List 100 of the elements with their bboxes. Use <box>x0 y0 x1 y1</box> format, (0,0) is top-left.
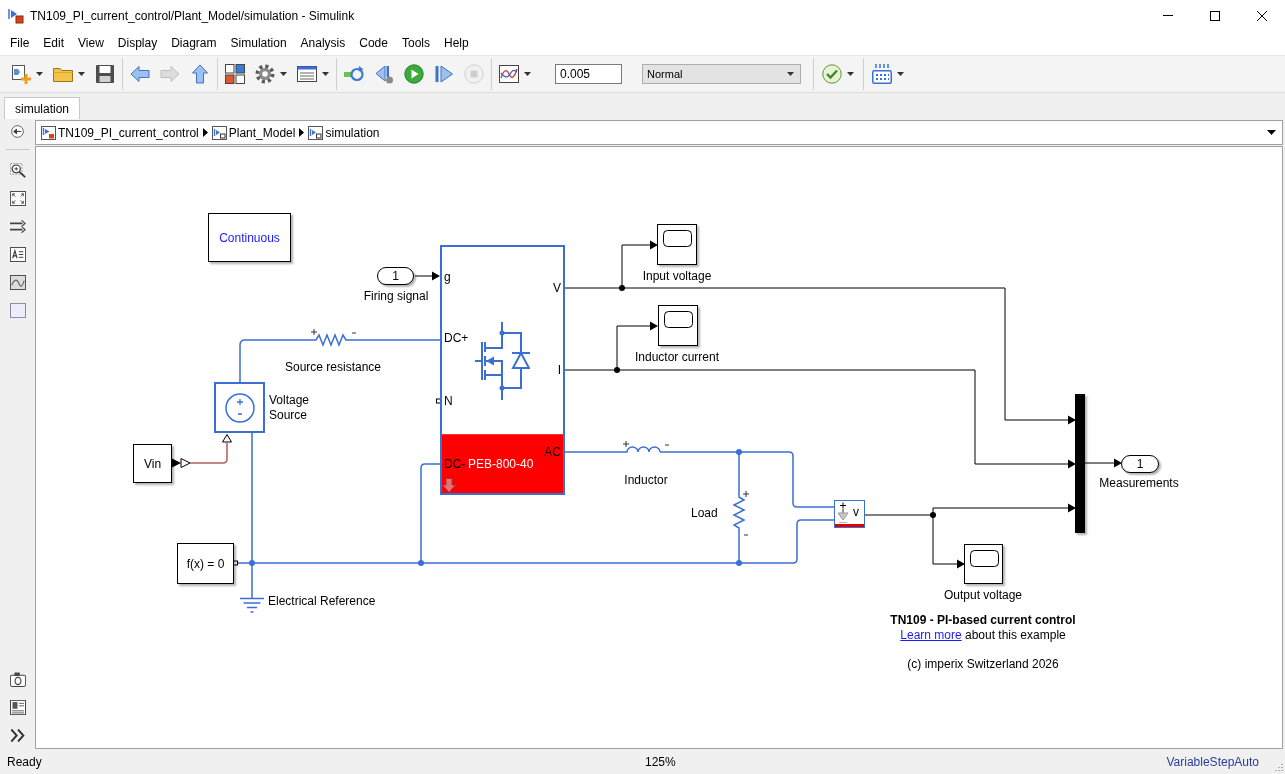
play-icon <box>404 64 424 84</box>
menu-item[interactable]: File <box>3 33 37 53</box>
status-text: Ready <box>6 755 43 769</box>
refresh-icon <box>344 64 364 84</box>
breadcrumb-item[interactable]: Plant_Model <box>211 125 298 140</box>
block-label: Load <box>691 506 718 520</box>
resistor-icon <box>310 328 357 347</box>
port-label: N <box>444 394 453 408</box>
menu-item[interactable]: View <box>71 33 111 53</box>
triangle-icon <box>202 128 208 137</box>
learn-more-link[interactable]: Learn more <box>900 628 962 642</box>
menu-item[interactable]: Help <box>436 33 476 53</box>
caret-icon <box>524 72 531 76</box>
caret-icon <box>280 72 287 76</box>
resize-grip-icon <box>1274 763 1283 772</box>
double-chevron-icon <box>9 727 26 743</box>
zoom-in-icon <box>9 162 26 178</box>
block-label: Inductor current <box>635 350 719 364</box>
block-label: Electrical Reference <box>268 594 376 608</box>
area-icon <box>9 302 26 318</box>
menu-item[interactable]: Edit <box>36 33 72 53</box>
copyright-text: (c) imperix Switzerland 2026 <box>907 657 1059 671</box>
signal-line <box>1084 458 1122 468</box>
caret-icon <box>78 72 85 76</box>
screen-icon <box>970 550 999 567</box>
keyboard-button[interactable] <box>870 61 906 87</box>
menu-item[interactable]: Diagram <box>164 33 224 53</box>
block-label: Firing signal <box>363 289 429 303</box>
caret-icon <box>1267 130 1276 135</box>
down-arrow-icon <box>442 478 456 493</box>
breadcrumb-menu-button[interactable] <box>1265 128 1278 137</box>
picture-icon <box>9 274 26 290</box>
port-label: V <box>553 281 561 295</box>
minimize-icon <box>1162 15 1173 16</box>
step-forward-icon <box>434 64 454 84</box>
port-label: AC <box>544 445 561 459</box>
fit-to-view-icon <box>9 190 26 206</box>
right-arrow-icon <box>160 64 180 84</box>
solver-configuration-block: f(x) = 0 <box>177 543 234 584</box>
port-label: DC+ <box>444 331 469 345</box>
model-tab[interactable]: simulation <box>4 97 81 119</box>
settings-icon <box>255 64 275 84</box>
keyboard-icon <box>872 64 892 84</box>
breadcrumb-label: Plant_Model <box>228 125 296 140</box>
left-arrow-icon <box>130 64 150 84</box>
block-label: Output voltage <box>943 588 1023 602</box>
step-back-icon <box>374 64 394 84</box>
model-label: PEB-800-40 <box>468 457 534 471</box>
breadcrumb-label: simulation <box>325 125 380 140</box>
window-title: TN109_PI_current_control/Plant_Model/simulation - Simulink <box>30 8 355 23</box>
menu-item[interactable]: Display <box>110 33 165 53</box>
probe-icon <box>837 502 849 524</box>
menu-item[interactable]: Analysis <box>293 33 353 53</box>
simulation-mode-dropdown[interactable]: Normal <box>642 64 801 84</box>
screen-icon <box>663 230 692 247</box>
breadcrumb-item[interactable]: simulation <box>308 125 382 140</box>
chart-icon <box>499 64 519 84</box>
stop-icon <box>464 64 484 84</box>
list-window-icon <box>297 64 317 84</box>
constant-block: Vin <box>133 444 172 483</box>
annotation-icon <box>9 246 26 262</box>
up-arrow-icon <box>190 64 210 84</box>
new-file-icon <box>11 64 31 84</box>
block-grid-icon <box>225 64 245 84</box>
signal-line <box>414 271 440 281</box>
subsystem-icon <box>308 125 324 140</box>
ground-icon <box>239 597 265 613</box>
inductor-icon <box>622 440 670 453</box>
zoom-level: 125% <box>645 755 676 769</box>
caret-icon <box>36 72 43 76</box>
screen-icon <box>664 311 693 328</box>
caret-icon <box>787 72 794 76</box>
block-label: Measurements <box>1099 476 1179 490</box>
menu-item[interactable]: Code <box>352 33 395 53</box>
run-button[interactable] <box>402 61 426 87</box>
triangle-icon <box>299 128 305 137</box>
check-button[interactable] <box>820 61 856 87</box>
port-label: g <box>444 270 451 284</box>
stop-time-field[interactable]: 0.005 <box>555 64 622 84</box>
subsystem-icon <box>211 125 227 140</box>
voltage-source-icon <box>224 392 255 423</box>
close-icon <box>1256 10 1267 21</box>
block-label: Source resistance <box>285 360 381 374</box>
block-label: Input voltage <box>642 269 712 283</box>
transistor-icon <box>475 322 530 400</box>
caret-icon <box>847 72 854 76</box>
caret-icon <box>322 72 329 76</box>
layout-icon <box>9 699 26 715</box>
solver-name: VariableStepAuto <box>1166 755 1259 769</box>
annotation-title: TN109 - PI-based current control <box>890 613 1076 627</box>
annotation-text: Learn more about this example <box>900 628 1066 642</box>
menu-item[interactable]: Simulation <box>223 33 294 53</box>
model-icon <box>41 125 56 140</box>
camera-icon <box>9 671 26 687</box>
outport-block: 1 <box>1121 455 1159 473</box>
menu-item[interactable]: Tools <box>394 33 437 53</box>
library-button[interactable] <box>223 61 247 87</box>
double-arrow-icon <box>9 218 26 234</box>
block-label: Voltage Source <box>269 393 311 423</box>
inport-block: 1 <box>377 267 414 285</box>
